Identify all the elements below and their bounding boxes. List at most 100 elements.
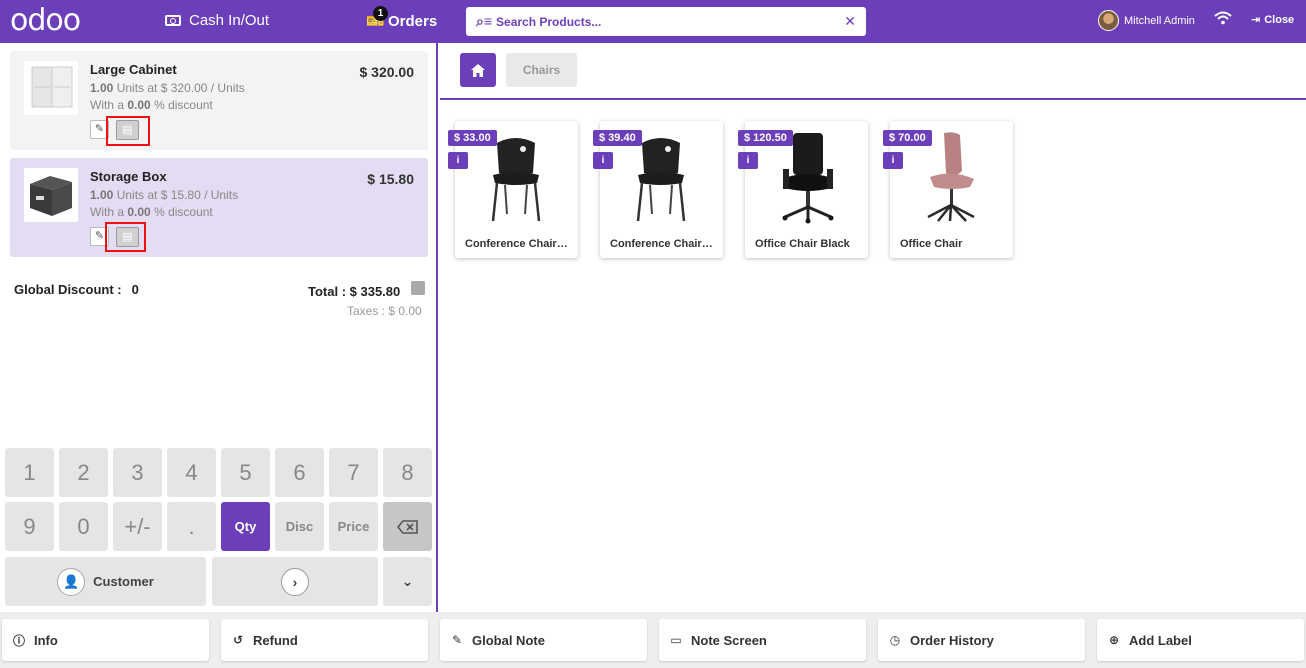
product-price-tag: $ 120.50 [738,130,793,146]
product-name: Conference Chair (Aluminium) [610,238,715,250]
customer-button[interactable]: 👤 Customer [5,557,206,606]
line-units: 1.00 Units at $ 15.80 / Units [90,188,239,202]
numpad-key-plus-minus[interactable]: +/- [113,502,162,551]
product-name: Office Chair [900,238,963,250]
add-label-button[interactable]: ⊕ Add Label [1097,619,1304,661]
add-label-label: Add Label [1129,632,1192,648]
line-product-name: Storage Box [90,169,167,184]
line-discount: With a 0.00 % discount [90,98,213,112]
line-product-name: Large Cabinet [90,62,177,77]
search-bar: ⌕≡ ✕ [466,7,866,36]
backspace-button[interactable] [383,502,432,551]
numpad-key-0[interactable]: 0 [59,502,108,551]
search-input[interactable] [496,14,845,29]
backspace-icon [396,519,418,534]
order-pane: Large Cabinet 1.00 Units at $ 320.00 / U… [0,43,438,612]
refund-label: Refund [253,632,298,648]
control-buttons-bar: ⓘ Info ↺ Refund ✎ Global Note ▭ Note Screen … [0,612,1306,668]
pencil-icon: ✎ [94,123,105,135]
numpad-key-decimal[interactable]: . [167,502,216,551]
highlight-box [105,222,146,252]
chevron-down-icon: ⌄ [401,573,414,589]
orders-badge: 1 [373,6,388,21]
refund-button[interactable]: ↺ Refund [221,619,428,661]
numpad-key-7[interactable]: 7 [329,448,378,497]
wifi-icon [1214,11,1232,28]
numpad-key-6[interactable]: 6 [275,448,324,497]
sign-out-icon: ⇥ [1251,14,1261,26]
global-discount: Global Discount :0 [14,282,139,297]
chevron-right-icon: › [281,567,309,596]
product-image [24,61,78,115]
history-icon: ◷ [889,633,901,647]
order-total: Total : $ 335.80 [308,284,401,299]
search-icon: ⌕≡ [476,13,493,29]
product-card[interactable]: $ 39.40 i Conference Chair (Aluminium) [593,121,723,258]
payment-button[interactable]: › [212,557,378,606]
sticky-note-icon: ▭ [670,633,682,647]
orders-label: Orders [388,12,438,30]
highlight-box [106,116,150,146]
more-options-button[interactable]: ⌄ [383,557,432,606]
user-name: Mitchell Admin [1124,14,1195,27]
home-icon [471,63,485,77]
order-taxes: Taxes : $ 0.00 [347,304,422,318]
info-circle-icon: ⓘ [13,633,26,648]
numpad-key-8[interactable]: 8 [383,448,432,497]
info-icon[interactable]: i [593,152,613,169]
customer-label: Customer [93,574,154,589]
numpad-key-3[interactable]: 3 [113,448,162,497]
cash-in-out-button[interactable]: Cash In/Out [165,12,269,29]
orders-button[interactable]: 🎫 1 Orders [366,6,438,30]
order-history-label: Order History [910,632,994,648]
numpad-key-9[interactable]: 9 [5,502,54,551]
user-icon: 👤 [57,567,86,596]
note-screen-label: Note Screen [691,632,767,648]
product-name: Office Chair Black [755,238,850,250]
numpad-key-2[interactable]: 2 [59,448,108,497]
qty-mode-button[interactable]: Qty [221,502,270,551]
home-button[interactable] [460,53,496,87]
pencil-icon: ✎ [94,230,105,242]
money-icon [165,15,181,26]
order-line-selected[interactable]: Storage Box 1.00 Units at $ 15.80 / Unit… [10,158,428,257]
product-price-tag: $ 39.40 [593,130,642,146]
product-name: Conference Chair (Steel frame) [465,238,570,250]
cash-label: Cash In/Out [189,12,270,29]
user-menu[interactable]: Mitchell Admin [1098,10,1195,31]
close-label: Close [1264,13,1295,26]
product-price-tag: $ 33.00 [448,130,497,146]
disc-mode-button[interactable]: Disc [275,502,324,551]
order-line[interactable]: Large Cabinet 1.00 Units at $ 320.00 / U… [10,51,428,150]
product-card[interactable]: $ 33.00 i Conference Chair (Steel frame) [448,121,578,258]
line-price: $ 320.00 [359,64,415,80]
avatar [1098,10,1119,31]
breadcrumb-category[interactable]: Chairs [506,53,577,87]
top-bar: odoo Cash In/Out 🎫1 Orders ⌕≡ ✕ Mitchell… [0,0,1306,43]
info-icon[interactable]: i [738,152,758,169]
product-price-tag: $ 70.00 [883,130,932,146]
info-icon[interactable]: i [883,152,903,169]
global-note-button[interactable]: ✎ Global Note [440,619,647,661]
numpad-key-5[interactable]: 5 [221,448,270,497]
plus-circle-icon: ⊕ [1108,633,1120,647]
breadcrumb: Chairs [440,43,1306,100]
line-price: $ 15.80 [367,171,414,187]
clear-search-icon[interactable]: ✕ [844,13,856,30]
order-history-button[interactable]: ◷ Order History [878,619,1085,661]
price-mode-button[interactable]: Price [329,502,378,551]
product-card[interactable]: $ 70.00 i Office Chair [883,121,1013,258]
undo-icon: ↺ [232,633,244,647]
odoo-logo: odoo [10,3,81,38]
info-button[interactable]: ⓘ Info [2,619,209,661]
info-icon[interactable]: i [448,152,468,169]
note-screen-button[interactable]: ▭ Note Screen [659,619,866,661]
product-image [24,168,78,222]
ticket-icon: 🎫 1 [366,6,388,30]
numpad-key-4[interactable]: 4 [167,448,216,497]
edit-note-icon: ✎ [451,633,463,647]
close-button[interactable]: ⇥ Close [1251,13,1295,27]
product-card[interactable]: $ 120.50 i Office Chair Black [738,121,868,258]
line-discount: With a 0.00 % discount [90,205,213,219]
numpad-key-1[interactable]: 1 [5,448,54,497]
